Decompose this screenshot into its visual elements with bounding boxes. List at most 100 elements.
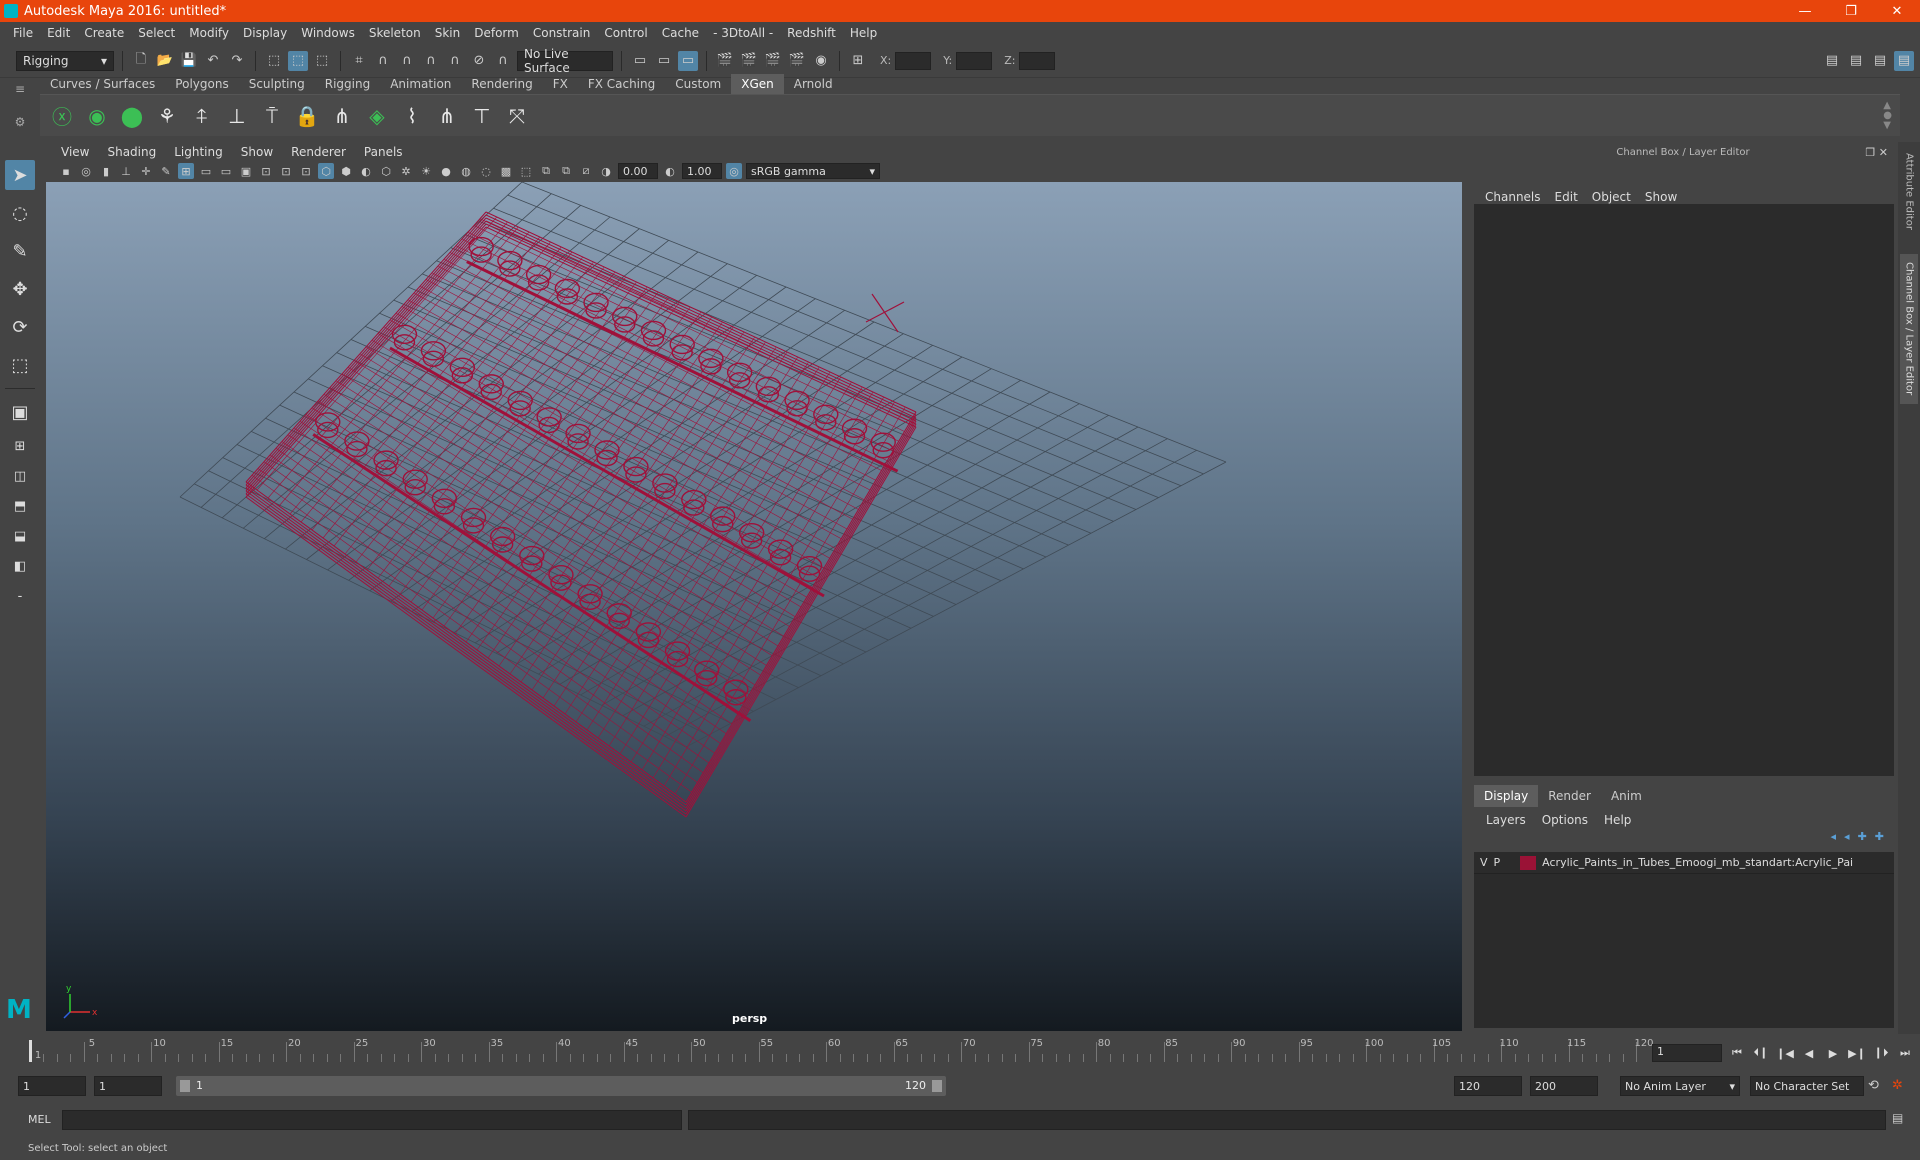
menu-3dtoall[interactable]: - 3DtoAll - xyxy=(706,26,780,40)
menu-control[interactable]: Control xyxy=(597,26,654,40)
wireframe-on-shaded-icon[interactable]: ⬡ xyxy=(378,163,394,179)
lasso-tool-icon[interactable]: ◌ xyxy=(5,198,35,228)
script-editor-icon[interactable]: ▤ xyxy=(1892,1111,1910,1129)
xgen-comb-icon[interactable]: ⋔ xyxy=(433,102,461,130)
channel-menu-object[interactable]: Object xyxy=(1585,190,1638,204)
wireframe-icon[interactable]: ⬡ xyxy=(318,163,334,179)
undo-icon[interactable]: ↶ xyxy=(203,51,223,71)
layout-options-icon[interactable]: - xyxy=(5,585,35,607)
perspective-viewport[interactable]: x y persp xyxy=(46,182,1462,1031)
xgen-place-guides-icon[interactable]: ⚘ xyxy=(153,102,181,130)
shadows-icon[interactable]: ● xyxy=(438,163,454,179)
xgen-preview-icon[interactable]: ◉ xyxy=(83,102,111,130)
snap-view-icon[interactable]: ∩ xyxy=(421,51,441,71)
auto-key-icon[interactable]: ⟲ xyxy=(1868,1078,1879,1093)
xgen-delete-icon[interactable]: ⤧ xyxy=(503,102,531,130)
range-end-handle[interactable] xyxy=(932,1080,942,1092)
menu-skin[interactable]: Skin xyxy=(428,26,468,40)
new-layer-selected-icon[interactable]: ✚ xyxy=(1875,830,1884,843)
minimize-button[interactable]: — xyxy=(1782,0,1828,22)
ipr-render-icon[interactable]: ▭ xyxy=(678,50,698,71)
close-button[interactable]: ✕ xyxy=(1874,0,1920,22)
move-layer-up-icon[interactable]: ◂ xyxy=(1831,830,1837,843)
viewport-menu-panels[interactable]: Panels xyxy=(355,145,412,159)
snap-surface-icon[interactable]: ∩ xyxy=(445,51,465,71)
history-icon[interactable]: ▭ xyxy=(630,51,650,71)
color-management-icon[interactable]: ◎ xyxy=(726,163,742,179)
shelf-settings-icon[interactable]: ⚙ xyxy=(15,115,26,129)
default-material-icon[interactable]: ◐ xyxy=(358,163,374,179)
viewport-menu-shading[interactable]: Shading xyxy=(98,145,165,159)
xgen-move-guide-icon[interactable]: ⊥ xyxy=(223,102,251,130)
viewport-menu-view[interactable]: View xyxy=(52,145,98,159)
animation-preferences-icon[interactable]: ✲ xyxy=(1892,1078,1903,1093)
backface-cull-icon[interactable]: ⧄ xyxy=(578,163,594,179)
wireframe-mesh[interactable] xyxy=(245,211,917,818)
xgen-editor-icon[interactable]: ⓧ xyxy=(48,102,76,130)
modeling-toolkit-icon[interactable]: ▤ xyxy=(1822,51,1842,71)
shelf-tab-arnold[interactable]: Arnold xyxy=(784,74,843,94)
persp-hypershade-icon[interactable]: ⬓ xyxy=(5,525,35,547)
xgen-sculpt-icon[interactable]: ⌇ xyxy=(398,102,426,130)
render-frame-icon[interactable]: ▭ xyxy=(654,51,674,71)
menu-display[interactable]: Display xyxy=(236,26,294,40)
layer-menu-options[interactable]: Options xyxy=(1534,813,1596,827)
coord-z-input[interactable] xyxy=(1019,51,1056,70)
shelf-tab-animation[interactable]: Animation xyxy=(380,74,461,94)
gate-mask-icon[interactable]: ▣ xyxy=(238,163,254,179)
xray-components-icon[interactable]: ⧉ xyxy=(558,163,574,179)
channel-box-icon[interactable]: ▤ xyxy=(1894,50,1914,71)
shelf-tab-xgen[interactable]: XGen xyxy=(731,74,784,94)
layer-row[interactable]: V P Acrylic_Paints_in_Tubes_Emoogi_mb_st… xyxy=(1474,852,1894,874)
select-object-icon[interactable]: ⬚ xyxy=(288,50,308,71)
current-time-indicator[interactable] xyxy=(29,1040,32,1062)
snap-grid-icon[interactable]: ⌗ xyxy=(349,51,369,71)
animation-start-field[interactable]: 1 xyxy=(18,1076,86,1096)
shelf-tab-curves-surfaces[interactable]: Curves / Surfaces xyxy=(40,74,165,94)
scale-tool-icon[interactable]: ⬚ xyxy=(5,350,35,380)
command-input[interactable] xyxy=(62,1110,682,1130)
xgen-guide-length-icon[interactable]: ⍑ xyxy=(258,102,286,130)
tab-display[interactable]: Display xyxy=(1474,785,1539,807)
tab-render[interactable]: Render xyxy=(1538,785,1601,807)
layer-menu-help[interactable]: Help xyxy=(1596,813,1639,827)
range-slider[interactable]: 1 120 xyxy=(176,1076,946,1096)
select-hierarchy-icon[interactable]: ⬚ xyxy=(264,51,284,71)
shelf-tab-polygons[interactable]: Polygons xyxy=(165,74,238,94)
use-all-lights-icon[interactable]: ☀ xyxy=(418,163,434,179)
paint-select-tool-icon[interactable]: ✎ xyxy=(5,236,35,266)
go-to-start-button[interactable]: ⏮ xyxy=(1728,1044,1746,1062)
screen-space-ao-icon[interactable]: ◍ xyxy=(458,163,474,179)
move-tool-icon[interactable]: ✥ xyxy=(5,274,35,304)
shelf-tab-fx-caching[interactable]: FX Caching xyxy=(578,74,665,94)
tool-settings-icon[interactable]: ▤ xyxy=(1870,51,1890,71)
menuset-dropdown[interactable]: Rigging ▾ xyxy=(16,50,114,71)
character-set-dropdown[interactable]: No Character Set xyxy=(1750,1076,1864,1096)
film-gate-icon[interactable]: ▭ xyxy=(198,163,214,179)
open-scene-icon[interactable]: 📂 xyxy=(155,51,175,71)
color-space-dropdown[interactable]: sRGB gamma ▾ xyxy=(746,163,880,179)
shelf-menu-icon[interactable]: ≡ xyxy=(15,82,25,96)
shelf-tab-rendering[interactable]: Rendering xyxy=(461,74,542,94)
attribute-editor-icon[interactable]: ▤ xyxy=(1846,51,1866,71)
persp-outliner-icon[interactable]: ◫ xyxy=(5,465,35,487)
layer-menu-layers[interactable]: Layers xyxy=(1478,813,1534,827)
menu-create[interactable]: Create xyxy=(77,26,131,40)
resolution-gate-icon[interactable]: ▭ xyxy=(218,163,234,179)
play-backwards-button[interactable]: ◀ xyxy=(1800,1044,1818,1062)
render-sphere-icon[interactable]: ◉ xyxy=(811,51,831,71)
tab-anim[interactable]: Anim xyxy=(1601,785,1652,807)
grease-pencil-icon[interactable]: ✎ xyxy=(158,163,174,179)
menu-redshift[interactable]: Redshift xyxy=(780,26,843,40)
live-surface-field[interactable]: No Live Surface xyxy=(517,47,613,75)
range-start-handle[interactable] xyxy=(180,1080,190,1092)
step-back-frame-button[interactable]: ❙◀ xyxy=(1776,1044,1794,1062)
float-panel-icon[interactable]: ❐ xyxy=(1865,146,1875,159)
viewport-menu-lighting[interactable]: Lighting xyxy=(165,145,232,159)
snap-point-icon[interactable]: ∩ xyxy=(397,51,417,71)
time-ruler[interactable]: 1 5 10 15 20 25 30 35 40 45 50 55 60 65 70 75 80 85 90 95 10… xyxy=(29,1038,1654,1062)
tab-attribute-editor[interactable]: Attribute Editor xyxy=(1900,150,1918,232)
new-layer-icon[interactable]: ✚ xyxy=(1858,830,1867,843)
go-to-end-button[interactable]: ⏭ xyxy=(1896,1044,1914,1062)
menu-skeleton[interactable]: Skeleton xyxy=(362,26,428,40)
